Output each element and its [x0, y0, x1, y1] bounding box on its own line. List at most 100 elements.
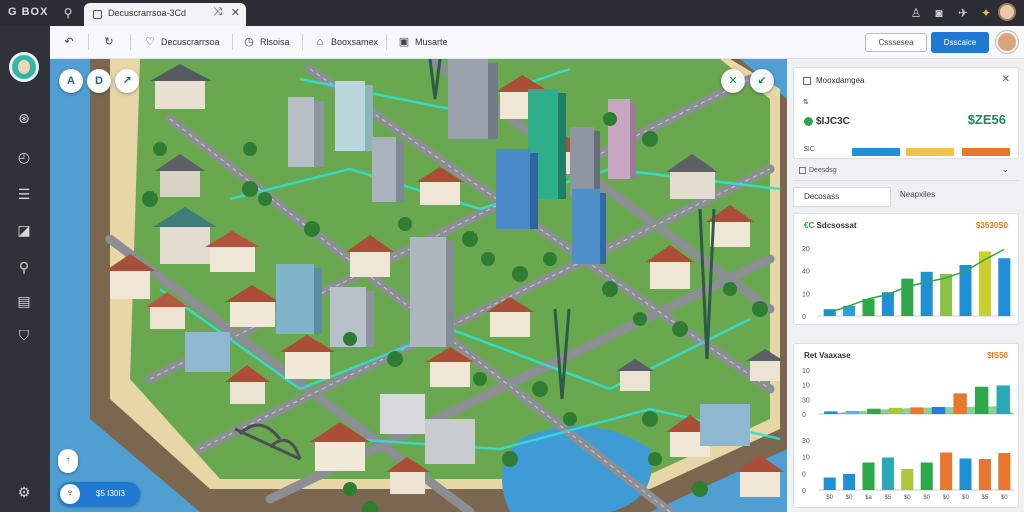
- bar: [940, 452, 953, 490]
- map-collapse-button[interactable]: ↙: [750, 69, 774, 93]
- back-icon: ↶: [64, 36, 74, 48]
- x-tick-label: $5: [982, 495, 989, 501]
- file-icon[interactable]: ▤: [14, 291, 34, 311]
- bar: [862, 299, 875, 316]
- tab-decosass[interactable]: Decosass: [793, 187, 891, 207]
- profile-avatar[interactable]: [998, 3, 1016, 21]
- bar: [998, 453, 1011, 490]
- y-tick-label: 30: [802, 397, 810, 404]
- tag-icon: ♡: [145, 36, 155, 48]
- star-icon[interactable]: ✦: [978, 5, 994, 21]
- bar: [881, 457, 894, 490]
- map-route-button[interactable]: ↗: [115, 69, 139, 93]
- toolbar: ↶ ↻ ♡ Decuscrarrsoa ◷ Rlsoisa ⌂ Booxsamex ▣…: [50, 26, 1024, 59]
- bar-label: $IC: [804, 146, 815, 153]
- tab-neapxiles[interactable]: Neapxiles: [900, 190, 935, 199]
- player-info-pill[interactable]: ♆ $5 I30I3: [58, 482, 140, 506]
- bar: [845, 410, 860, 414]
- x-tick-label: $0: [1001, 495, 1008, 501]
- x-tick-label: $0: [846, 495, 853, 501]
- bar: [920, 271, 933, 316]
- y-tick-label: 0: [802, 314, 806, 321]
- bar: [978, 459, 991, 490]
- chevron-down-icon: ⌄: [1001, 164, 1009, 174]
- tool-doc[interactable]: ▣ Musarte: [397, 34, 448, 50]
- compass-icon[interactable]: ⊛: [14, 108, 34, 128]
- divider: [88, 34, 89, 50]
- y-tick-label: 40: [802, 269, 810, 276]
- x-tick-label: $0: [826, 495, 833, 501]
- browser-tab[interactable]: Decuscrarrsoa-3Cd ⤨ ✕: [84, 3, 246, 26]
- refresh-button[interactable]: ↻: [102, 34, 120, 50]
- bar: [953, 393, 967, 414]
- close-icon[interactable]: ✕: [231, 6, 240, 19]
- bar: [867, 408, 881, 414]
- y-tick-label: 10: [802, 455, 810, 462]
- map-canvas: [50, 59, 787, 512]
- left-sidebar: ⊛ ◴ ☰ ◪ ⚲ ▤ ⛉ ⚙: [0, 26, 50, 512]
- tool-label: Musarte: [415, 37, 448, 47]
- swap-icon[interactable]: ⤨: [213, 6, 222, 19]
- y-tick-label: 10: [802, 368, 810, 375]
- filter-dropdown[interactable]: Deesdsg ⌄: [793, 161, 1019, 181]
- secondary-button[interactable]: Csssesea: [865, 33, 927, 52]
- app-brand: G BOX: [8, 6, 49, 18]
- divider: [130, 34, 131, 50]
- card-toggle-icon[interactable]: [803, 77, 811, 85]
- map-up-button[interactable]: ↑: [58, 449, 78, 473]
- primary-button[interactable]: Dsscaice: [931, 32, 989, 53]
- figure-icon[interactable]: ♙: [908, 5, 924, 21]
- dropdown-label: Deesdsg: [809, 167, 837, 174]
- divider: [302, 34, 303, 50]
- y-tick-label: 10: [802, 383, 810, 390]
- x-tick-label: $0: [904, 495, 911, 501]
- chart-card-2: Ret Vaaxase $IS50 10 10 30 0 30 10 0 0 $0 $0 $a $5 $…: [793, 343, 1019, 508]
- tool-clock[interactable]: ◷ Rlsoisa: [242, 34, 289, 50]
- settings-icon[interactable]: ⚙: [14, 482, 34, 502]
- summary-bar-blue: [852, 148, 900, 156]
- close-icon[interactable]: ✕: [1002, 74, 1010, 85]
- tab-label: Decuscrarrsoa-3Cd: [108, 8, 187, 18]
- list-icon[interactable]: ☰: [14, 184, 34, 204]
- x-tick-label: $a: [865, 495, 872, 501]
- map-close-button[interactable]: ✕: [721, 69, 745, 93]
- bar: [940, 273, 953, 316]
- y-tick-label: 30: [802, 438, 810, 445]
- doc-icon: ▣: [398, 36, 410, 48]
- x-tick-label: $0: [962, 495, 969, 501]
- tool-chat[interactable]: ⌂ Booxsamex: [313, 34, 378, 50]
- tool-label: Booxsamex: [331, 37, 379, 47]
- tool-tag[interactable]: ♡ Decuscrarrsoa: [143, 34, 220, 50]
- tool-label: Decuscrarrsoa: [161, 37, 220, 47]
- y-tick-label: 20: [802, 246, 810, 253]
- user-avatar[interactable]: [996, 31, 1018, 53]
- image-icon[interactable]: ◪: [14, 220, 34, 240]
- y-tick-label: 0: [802, 488, 806, 495]
- summary-title: Mooxdamgea: [816, 76, 865, 85]
- stat-label: $IJC3C: [816, 116, 850, 127]
- bar: [823, 477, 836, 490]
- map-draw-button[interactable]: D: [87, 69, 111, 93]
- checkbox-icon: [799, 167, 806, 174]
- bar-chart-2: 10 10 30 0 30 10 0 0 $0 $0 $a $5 $0 $0 $0 $0 $5 $0: [802, 368, 1014, 501]
- map-mode-button[interactable]: A: [59, 69, 83, 93]
- player-info-label: $5 I30I3: [96, 489, 125, 498]
- sort-icon: ⇅: [803, 99, 809, 106]
- back-button[interactable]: ↶: [62, 34, 80, 50]
- bar: [824, 411, 838, 414]
- title-bar: G BOX ⚲ Decuscrarrsoa-3Cd ⤨ ✕ ♙ ◙ ✈ ✦: [0, 0, 1024, 26]
- search-icon[interactable]: ⚲: [14, 257, 34, 277]
- summary-bar-orange: [962, 148, 1010, 156]
- bell-icon[interactable]: ✈: [955, 5, 971, 21]
- camera-icon[interactable]: ◙: [931, 5, 947, 21]
- bar: [998, 258, 1011, 316]
- player-icon: ♆: [60, 484, 80, 504]
- city-map[interactable]: A D ↗ ✕ ↙ ↑ ♆ $5 I30I3: [50, 59, 787, 512]
- y-tick-label: 0: [802, 471, 806, 478]
- alien-icon[interactable]: ⚲: [60, 5, 76, 21]
- clock-icon[interactable]: ◴: [14, 147, 34, 167]
- right-panel: Mooxdamgea ✕ ⇅ $IJC3C $ZE56 $IC Deesdsg …: [787, 59, 1024, 512]
- shield-icon[interactable]: ⛉: [14, 325, 34, 345]
- app-logo[interactable]: [9, 52, 39, 82]
- status-dot: [804, 117, 813, 126]
